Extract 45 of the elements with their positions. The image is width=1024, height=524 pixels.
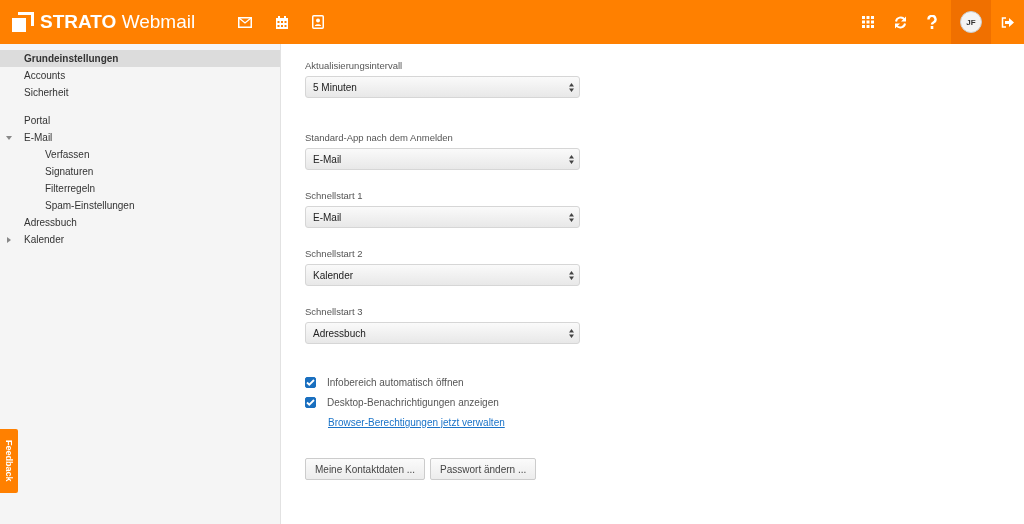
mail-icon[interactable]	[238, 16, 252, 28]
grid-icon[interactable]	[862, 16, 874, 28]
select-field[interactable]: Adressbuch	[305, 322, 580, 344]
updown-arrows-icon	[569, 154, 574, 164]
select-field[interactable]: E-Mail	[305, 206, 580, 228]
sidebar-item[interactable]: Kalender	[0, 231, 280, 248]
select-field[interactable]: E-Mail	[305, 148, 580, 170]
sidebar-item[interactable]: Sicherheit	[0, 84, 280, 101]
updown-arrows-icon	[569, 82, 574, 92]
updown-arrows-icon	[569, 328, 574, 338]
sidebar-item[interactable]: Verfassen	[0, 146, 280, 163]
avatar[interactable]: JF	[960, 11, 982, 33]
sidebar-item[interactable]: Portal	[0, 112, 280, 129]
select-field[interactable]: Kalender	[305, 264, 580, 286]
updown-arrows-icon	[569, 270, 574, 280]
logout-icon[interactable]	[1001, 16, 1014, 28]
help-icon[interactable]	[927, 15, 937, 29]
caret-down-icon[interactable]	[6, 135, 12, 141]
sidebar-item[interactable]: Grundeinstellungen	[0, 50, 280, 67]
field-label: Aktualisierungsintervall	[305, 60, 404, 71]
checkbox[interactable]	[305, 396, 316, 408]
sidebar-item[interactable]: Adressbuch	[0, 214, 280, 231]
contact-icon[interactable]	[312, 15, 324, 29]
checkbox-label: Desktop-Benachrichtigungen anzeigen	[327, 396, 499, 408]
action-button[interactable]: Meine Kontaktdaten ...	[305, 458, 426, 480]
sidebar-item[interactable]: Accounts	[0, 67, 280, 84]
sidebar-item[interactable]: Signaturen	[0, 163, 280, 180]
checkbox-label: Infobereich automatisch öffnen	[327, 376, 464, 388]
sidebar-item[interactable]: Filterregeln	[0, 180, 280, 197]
updown-arrows-icon	[569, 212, 574, 222]
field-label: Schnellstart 3	[305, 306, 364, 317]
sidebar-item[interactable]: Spam-Einstellungen	[0, 197, 280, 214]
calendar-icon[interactable]	[276, 15, 288, 29]
action-button[interactable]: Passwort ändern ...	[430, 458, 537, 480]
logo-text: STRATO Webmail	[40, 11, 196, 33]
field-label: Schnellstart 2	[305, 248, 364, 259]
caret-right-icon[interactable]	[6, 237, 12, 243]
logo-icon	[12, 12, 34, 32]
refresh-icon[interactable]	[894, 15, 907, 29]
checkbox[interactable]	[305, 376, 316, 388]
field-label: Standard-App nach dem Anmelden	[305, 132, 454, 143]
select-field[interactable]: 5 Minuten	[305, 76, 580, 98]
sidebar-item[interactable]: E-Mail	[0, 129, 280, 146]
permissions-link[interactable]: Browser-Berechtigungen jetzt verwalten	[328, 417, 505, 428]
field-label: Schnellstart 1	[305, 190, 364, 201]
